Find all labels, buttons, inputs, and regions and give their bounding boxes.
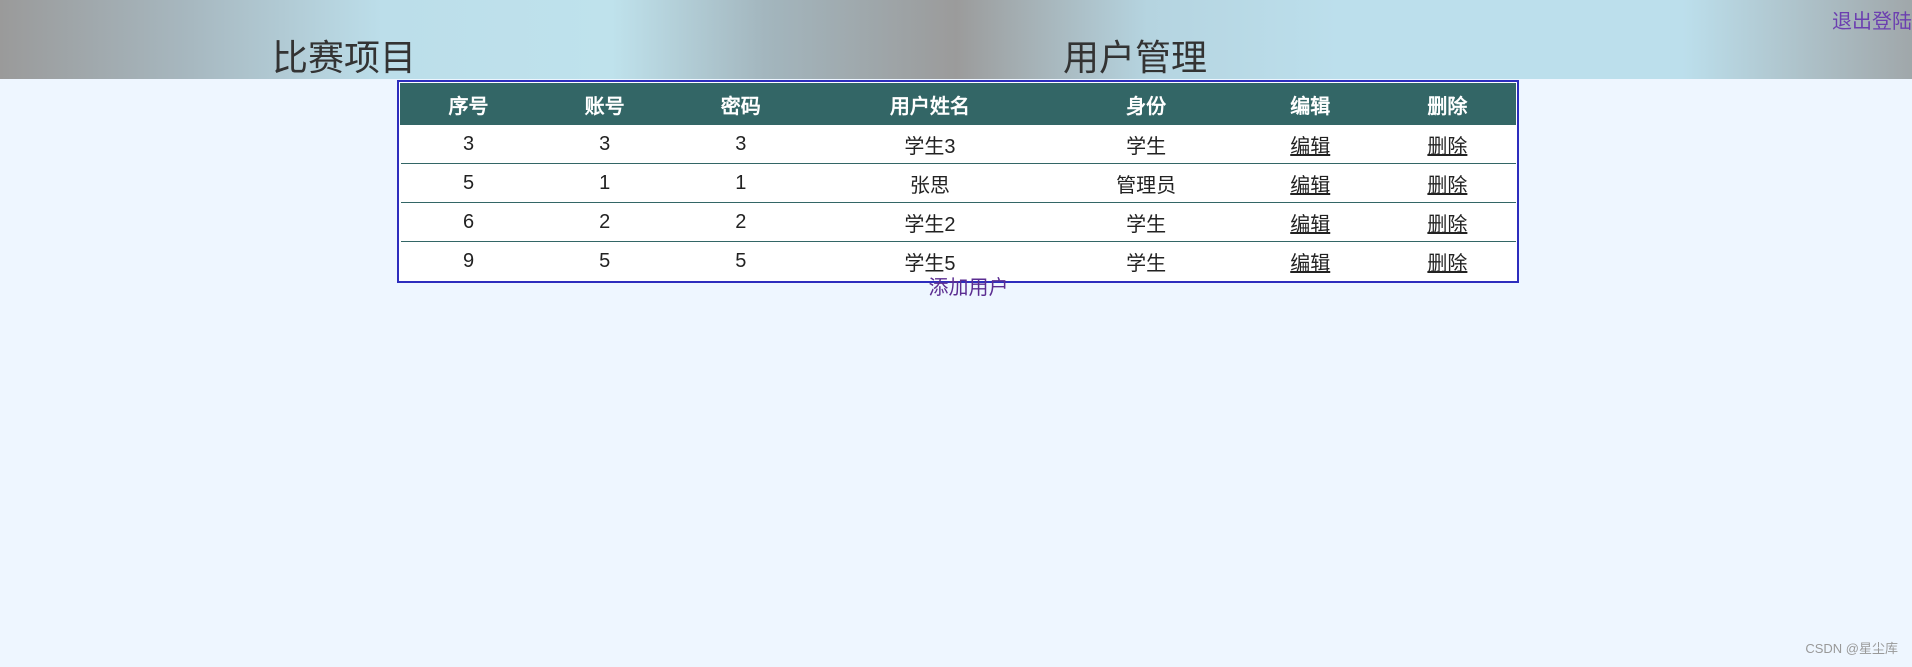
edit-link[interactable]: 编辑 (1290, 175, 1330, 197)
cell-password: 2 (672, 202, 809, 242)
cell-delete: 删除 (1379, 163, 1516, 203)
logout-link[interactable]: 退出登陆 (1832, 5, 1912, 34)
watermark: CSDN @星尘库 (1805, 641, 1898, 656)
cell-edit: 编辑 (1241, 202, 1380, 242)
cell-delete: 删除 (1379, 124, 1516, 164)
table-header-row: 序号 账号 密码 用户姓名 身份 编辑 删除 (399, 83, 1517, 125)
add-user-link[interactable]: 添加用户 (929, 277, 1009, 299)
col-header-edit: 编辑 (1240, 83, 1380, 125)
col-header-name: 用户姓名 (808, 83, 1052, 125)
table-row: 6 2 2 学生2 学生 编辑 删除 (400, 202, 1516, 242)
edit-link[interactable]: 编辑 (1290, 214, 1330, 236)
cell-id: 5 (400, 163, 537, 203)
header-bar: 退出登陆 比赛项目 用户管理 (0, 0, 1912, 79)
delete-link[interactable]: 删除 (1427, 175, 1467, 197)
edit-link[interactable]: 编辑 (1290, 136, 1330, 158)
col-header-id: 序号 (399, 83, 538, 125)
cell-name: 学生2 (808, 202, 1052, 242)
col-header-role: 身份 (1050, 83, 1242, 125)
cell-account: 3 (536, 124, 673, 164)
cell-edit: 编辑 (1241, 163, 1380, 203)
cell-role: 学生 (1051, 202, 1242, 242)
cell-password: 3 (672, 124, 809, 164)
cell-name: 学生3 (808, 124, 1052, 164)
cell-password: 1 (672, 163, 809, 203)
cell-delete: 删除 (1379, 202, 1516, 242)
users-table-container: 序号 账号 密码 用户姓名 身份 编辑 删除 3 3 3 学生3 学生 编辑 删… (397, 80, 1519, 283)
col-header-delete: 删除 (1378, 83, 1517, 125)
add-user-row: 添加用户 (0, 271, 1912, 300)
cell-role: 管理员 (1051, 163, 1242, 203)
table-row: 3 3 3 学生3 学生 编辑 删除 (400, 124, 1516, 164)
nav-user-management[interactable]: 用户管理 (1063, 36, 1207, 80)
cell-name: 张思 (808, 163, 1052, 203)
cell-role: 学生 (1051, 124, 1242, 164)
cell-id: 3 (400, 124, 537, 164)
cell-edit: 编辑 (1241, 124, 1380, 164)
table-row: 5 1 1 张思 管理员 编辑 删除 (400, 163, 1516, 203)
delete-link[interactable]: 删除 (1427, 214, 1467, 236)
nav-competition-items[interactable]: 比赛项目 (272, 36, 416, 80)
col-header-account: 账号 (536, 83, 674, 125)
delete-link[interactable]: 删除 (1427, 136, 1467, 158)
cell-id: 6 (400, 202, 537, 242)
col-header-password: 密码 (672, 83, 810, 125)
cell-account: 2 (536, 202, 673, 242)
users-table: 序号 账号 密码 用户姓名 身份 编辑 删除 3 3 3 学生3 学生 编辑 删… (399, 83, 1517, 280)
cell-account: 1 (536, 163, 673, 203)
